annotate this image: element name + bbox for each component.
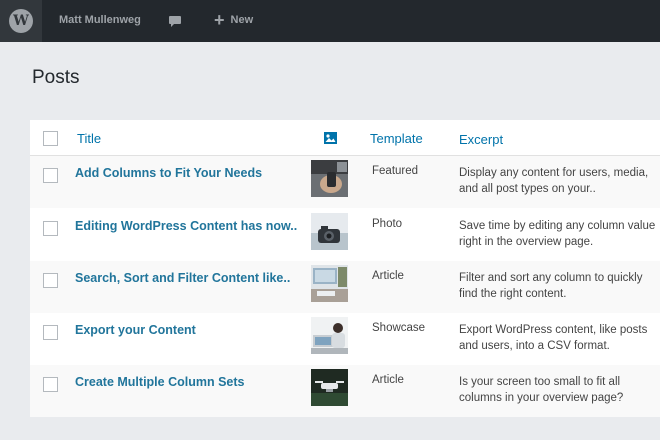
excerpt-cell: Display any content for users, media, an…	[459, 167, 649, 195]
row-checkbox[interactable]	[43, 377, 58, 392]
new-content-button[interactable]: + New	[214, 10, 254, 30]
featured-image-thumbnail[interactable]	[311, 265, 348, 302]
page-title: Posts	[32, 67, 80, 88]
wordpress-logo-icon: W	[9, 9, 33, 33]
post-title-link[interactable]: Add Columns to Fit Your Needs	[75, 166, 262, 180]
table-header: Title Template Excerpt	[30, 120, 660, 156]
table-row: Add Columns to Fit Your Needs Featured D…	[30, 156, 660, 208]
excerpt-cell: Filter and sort any column to quickly fi…	[459, 272, 643, 300]
excerpt-cell: Export WordPress content, like posts and…	[459, 324, 648, 352]
posts-table: Title Template Excerpt Add Columns to Fi…	[30, 120, 660, 417]
post-title-link[interactable]: Export your Content	[75, 323, 196, 337]
row-checkbox[interactable]	[43, 221, 58, 236]
post-title-link[interactable]: Search, Sort and Filter Content like..	[75, 271, 290, 285]
featured-image-thumbnail[interactable]	[311, 317, 348, 354]
site-name-link[interactable]: Matt Mullenweg	[59, 14, 141, 26]
table-row: Editing WordPress Content has now.. Phot…	[30, 209, 660, 261]
template-cell: Article	[372, 270, 404, 282]
template-cell: Article	[372, 374, 404, 386]
template-cell: Showcase	[372, 322, 426, 334]
wordpress-logo-button[interactable]: W	[0, 0, 42, 42]
image-icon[interactable]	[324, 132, 337, 144]
comments-icon[interactable]	[168, 14, 182, 28]
column-header-excerpt[interactable]: Excerpt	[459, 132, 503, 147]
new-label: New	[230, 14, 254, 26]
select-all-checkbox[interactable]	[43, 131, 58, 146]
template-cell: Featured	[372, 165, 419, 177]
column-header-title[interactable]: Title	[77, 131, 101, 146]
featured-image-thumbnail[interactable]	[311, 369, 348, 406]
plus-icon: +	[214, 10, 225, 30]
post-title-link[interactable]: Create Multiple Column Sets	[75, 375, 244, 389]
admin-bar: W Matt Mullenweg + New	[0, 0, 660, 42]
column-header-template[interactable]: Template	[370, 131, 423, 146]
excerpt-cell: Save time by editing any column value ri…	[459, 220, 656, 248]
table-row: Create Multiple Column Sets Article Is y…	[30, 365, 660, 417]
table-row: Export your Content Showcase Export Word…	[30, 313, 660, 365]
post-title-link[interactable]: Editing WordPress Content has now..	[75, 219, 297, 233]
featured-image-thumbnail[interactable]	[311, 160, 348, 197]
row-checkbox[interactable]	[43, 325, 58, 340]
featured-image-thumbnail[interactable]	[311, 213, 348, 250]
table-row: Search, Sort and Filter Content like.. A…	[30, 261, 660, 313]
template-cell: Photo	[372, 218, 403, 230]
row-checkbox[interactable]	[43, 168, 58, 183]
excerpt-cell: Is your screen too small to fit all colu…	[459, 376, 624, 404]
row-checkbox[interactable]	[43, 273, 58, 288]
